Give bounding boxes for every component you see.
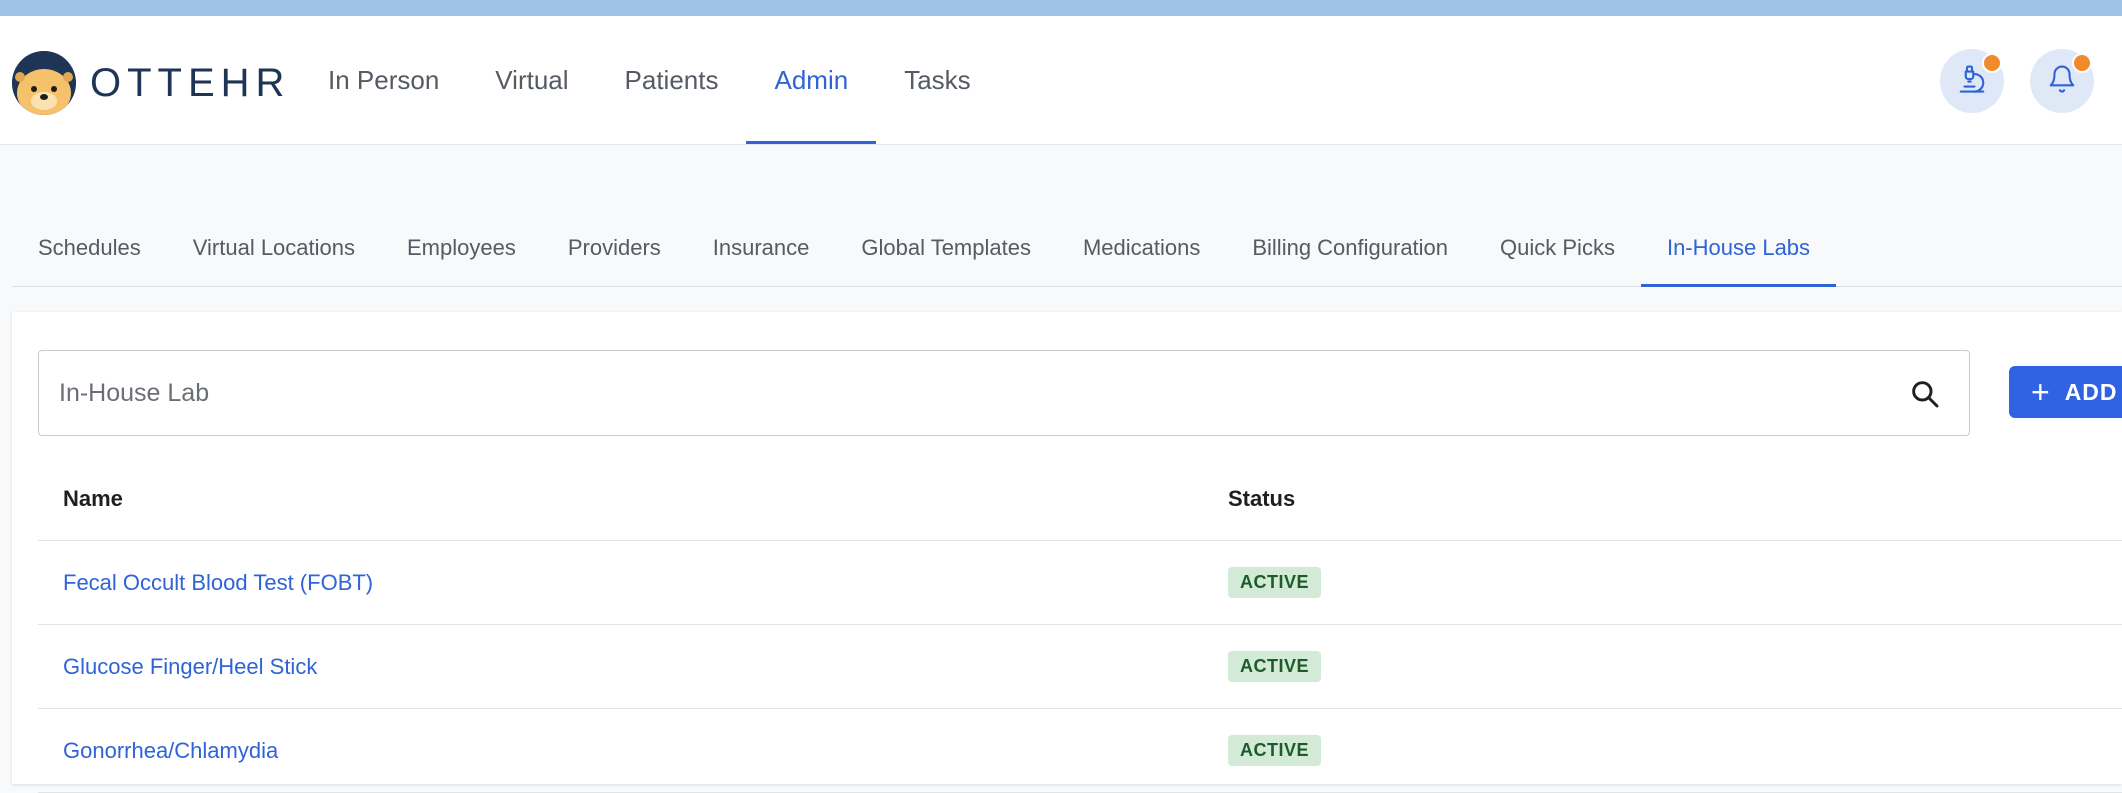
nav-item-admin[interactable]: Admin	[746, 16, 876, 144]
nav-item-patients[interactable]: Patients	[597, 16, 747, 144]
tab-providers[interactable]: Providers	[542, 210, 687, 286]
table-row: Glucose Finger/Heel Stick ACTIVE	[38, 624, 2122, 709]
microscope-icon	[1957, 64, 1987, 99]
nav-item-virtual[interactable]: Virtual	[467, 16, 596, 144]
add-button-label: ADD	[2064, 378, 2118, 405]
app-header: OTTEHR In Person Virtual Patients Admin …	[0, 16, 2122, 145]
search-field	[38, 350, 1970, 436]
table-header-row: Name Status	[38, 458, 2122, 541]
admin-tabs: Schedules Virtual Locations Employees Pr…	[12, 210, 2122, 287]
lab-name-link[interactable]: Glucose Finger/Heel Stick	[63, 654, 317, 679]
table-row: Fecal Occult Blood Test (FOBT) ACTIVE	[38, 540, 2122, 625]
nav-item-tasks[interactable]: Tasks	[876, 16, 998, 144]
labs-button[interactable]	[1940, 49, 2004, 113]
tab-global-templates[interactable]: Global Templates	[835, 210, 1057, 286]
table-row: Gonorrhea/Chlamydia ACTIVE	[38, 708, 2122, 793]
lab-name-link[interactable]: Fecal Occult Blood Test (FOBT)	[63, 570, 373, 595]
logo-wordmark: OTTEHR	[90, 60, 291, 105]
tab-schedules[interactable]: Schedules	[12, 210, 167, 286]
tab-medications[interactable]: Medications	[1057, 210, 1226, 286]
nav-item-in-person[interactable]: In Person	[300, 16, 467, 144]
bell-icon	[2047, 64, 2077, 99]
top-color-strip	[0, 0, 2122, 16]
header-actions	[1940, 49, 2094, 113]
lab-name-link[interactable]: Gonorrhea/Chlamydia	[63, 738, 278, 763]
app-logo[interactable]: OTTEHR	[12, 51, 290, 115]
tab-in-house-labs[interactable]: In-House Labs	[1640, 210, 1837, 287]
otter-logo-icon	[12, 51, 76, 115]
plus-icon: +	[2031, 374, 2051, 410]
tab-quick-picks[interactable]: Quick Picks	[1474, 210, 1641, 286]
tab-insurance[interactable]: Insurance	[687, 210, 836, 286]
search-input[interactable]	[39, 351, 1889, 435]
notifications-button[interactable]	[2030, 49, 2094, 113]
labs-notification-dot	[1982, 53, 2002, 73]
labs-table: Name Status Fecal Occult Blood Test (FOB…	[38, 458, 2122, 793]
tab-billing-configuration[interactable]: Billing Configuration	[1226, 210, 1474, 286]
tab-employees[interactable]: Employees	[381, 210, 542, 286]
tab-virtual-locations[interactable]: Virtual Locations	[167, 210, 381, 286]
column-header-name[interactable]: Name	[38, 458, 1228, 541]
column-header-status[interactable]: Status	[1228, 458, 2122, 541]
add-lab-button[interactable]: + ADD	[2009, 366, 2122, 418]
in-house-labs-card: + ADD Name Status Fecal Occult Blood Tes…	[12, 312, 2122, 793]
status-badge: ACTIVE	[1228, 651, 1322, 682]
search-icon[interactable]	[1909, 378, 1941, 415]
notification-dot	[2072, 53, 2092, 73]
status-badge: ACTIVE	[1228, 567, 1322, 598]
main-nav: In Person Virtual Patients Admin Tasks	[300, 16, 999, 144]
status-badge: ACTIVE	[1228, 735, 1322, 766]
